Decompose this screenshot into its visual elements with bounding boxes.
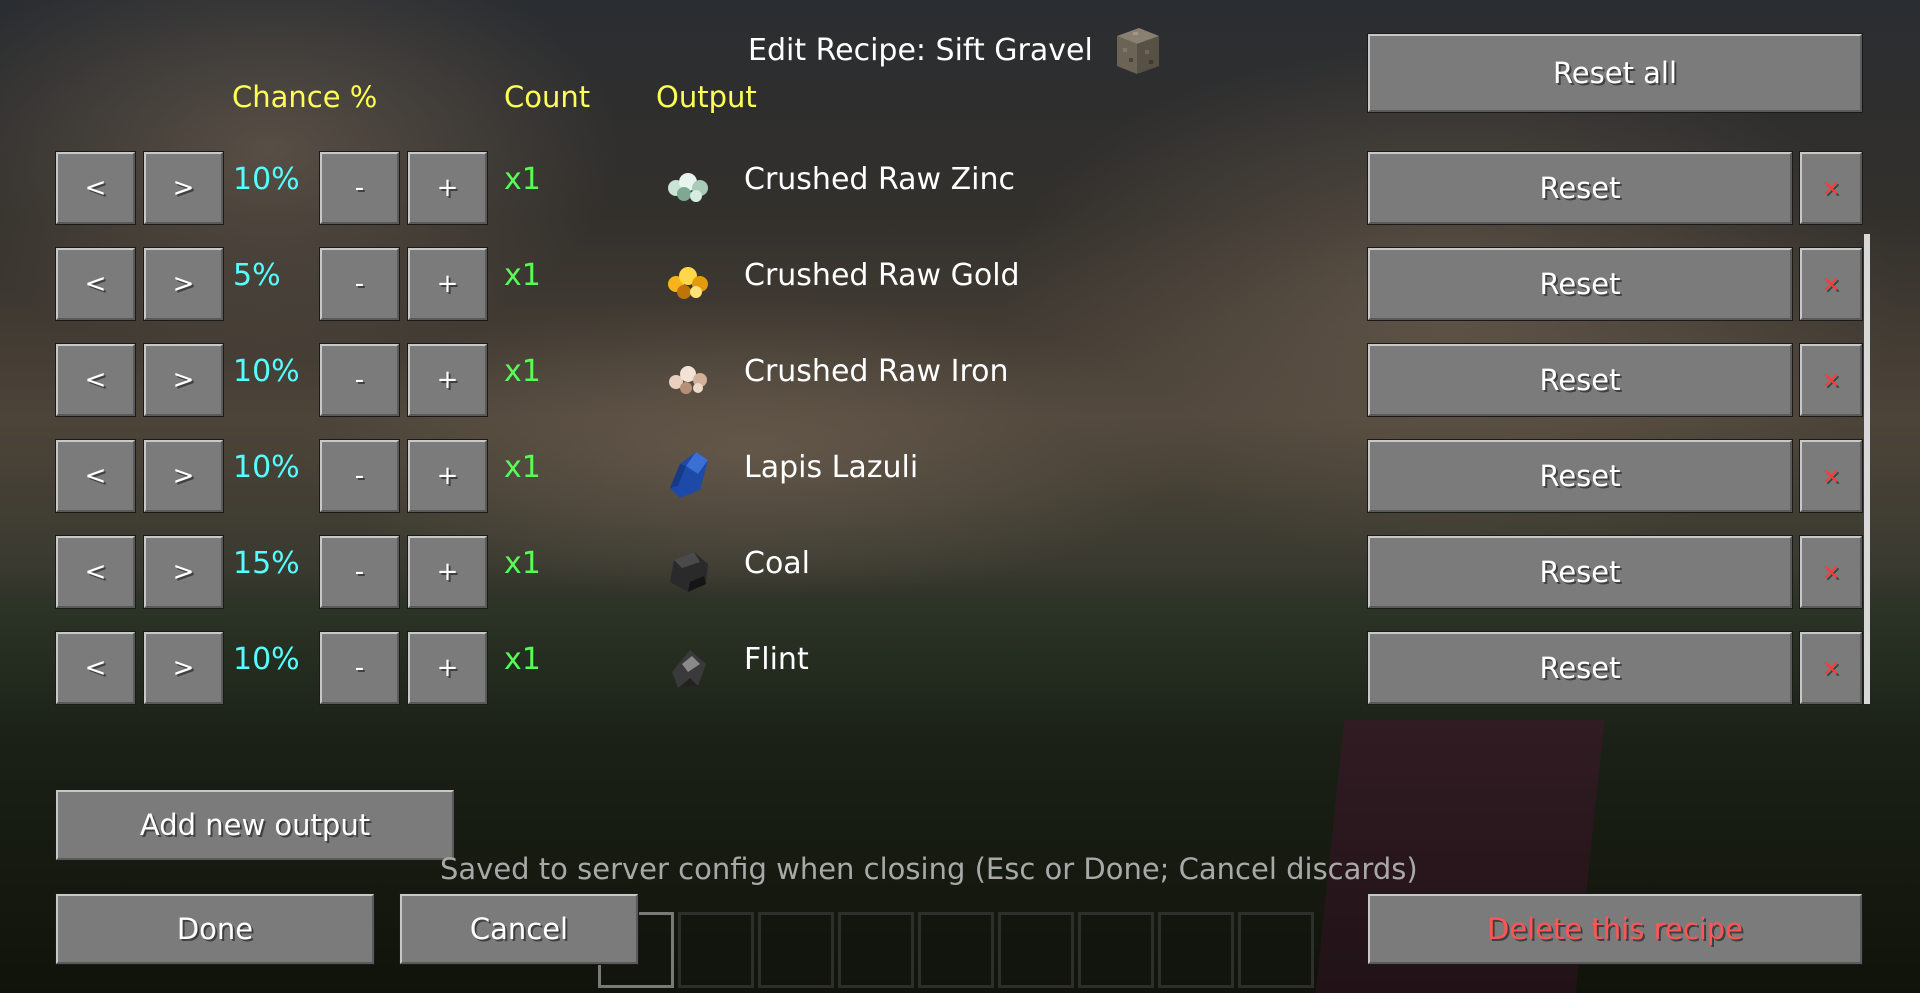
hotbar-slot [838,912,914,988]
hotbar-slot [1238,912,1314,988]
next-output-button[interactable]: > [143,151,224,225]
output-item-name: Crushed Raw Zinc [744,162,1016,197]
output-item-name: Crushed Raw Gold [744,258,1020,293]
list-scrollbar[interactable] [1864,234,1870,704]
count-value: x1 [504,354,541,389]
output-item-name: Flint [744,642,809,677]
flint-icon [660,638,716,694]
reset-row-button[interactable]: Reset [1367,631,1793,705]
decrease-chance-button[interactable]: - [319,631,400,705]
previous-output-button[interactable]: < [55,439,136,513]
remove-output-button[interactable]: × [1799,343,1863,417]
chance-value: 15% [233,546,300,581]
previous-output-button[interactable]: < [55,247,136,321]
increase-chance-button[interactable]: + [407,535,488,609]
coal-icon [660,542,716,598]
count-value: x1 [504,162,541,197]
previous-output-button[interactable]: < [55,151,136,225]
next-output-button[interactable]: > [143,439,224,513]
count-value: x1 [504,642,541,677]
next-output-button[interactable]: > [143,535,224,609]
decrease-chance-button[interactable]: - [319,535,400,609]
hotbar-slot [918,912,994,988]
increase-chance-button[interactable]: + [407,631,488,705]
hotbar [598,912,1318,988]
increase-chance-button[interactable]: + [407,343,488,417]
chance-value: 10% [233,354,300,389]
chance-value: 5% [233,258,281,293]
next-output-button[interactable]: > [143,631,224,705]
hotbar-slot [998,912,1074,988]
chance-value: 10% [233,450,300,485]
remove-output-button[interactable]: × [1799,631,1863,705]
hotbar-slot [678,912,754,988]
chance-header: Chance % [232,80,378,114]
output-item-name: Lapis Lazuli [744,450,919,485]
save-note: Saved to server config when closing (Esc… [440,852,1418,886]
reset-row-button[interactable]: Reset [1367,247,1793,321]
count-value: x1 [504,450,541,485]
previous-output-button[interactable]: < [55,631,136,705]
hotbar-slot [1078,912,1154,988]
output-header: Output [656,80,757,114]
page-title: Edit Recipe: Sift Gravel [748,22,1165,78]
remove-output-button[interactable]: × [1799,535,1863,609]
lapis-lazuli-icon [660,446,716,502]
chance-value: 10% [233,642,300,677]
add-output-button[interactable]: Add new output [55,789,455,861]
done-button[interactable]: Done [55,893,375,965]
remove-output-button[interactable]: × [1799,151,1863,225]
remove-output-button[interactable]: × [1799,439,1863,513]
reset-row-button[interactable]: Reset [1367,343,1793,417]
page-title-text: Edit Recipe: Sift Gravel [748,32,1093,68]
count-value: x1 [504,258,541,293]
reset-row-button[interactable]: Reset [1367,439,1793,513]
next-output-button[interactable]: > [143,247,224,321]
output-item-name: Coal [744,546,811,581]
count-header: Count [504,80,591,114]
cancel-button[interactable]: Cancel [399,893,639,965]
remove-output-button[interactable]: × [1799,247,1863,321]
hotbar-slot [1158,912,1234,988]
crushed-raw-zinc-icon [660,158,716,214]
crushed-raw-iron-icon [660,350,716,406]
decrease-chance-button[interactable]: - [319,343,400,417]
increase-chance-button[interactable]: + [407,247,488,321]
reset-row-button[interactable]: Reset [1367,535,1793,609]
next-output-button[interactable]: > [143,343,224,417]
gravel-block-icon [1109,22,1165,78]
delete-recipe-button[interactable]: Delete this recipe [1367,893,1863,965]
decrease-chance-button[interactable]: - [319,439,400,513]
decrease-chance-button[interactable]: - [319,151,400,225]
output-item-name: Crushed Raw Iron [744,354,1009,389]
chance-value: 10% [233,162,300,197]
hotbar-slot [758,912,834,988]
increase-chance-button[interactable]: + [407,151,488,225]
reset-row-button[interactable]: Reset [1367,151,1793,225]
increase-chance-button[interactable]: + [407,439,488,513]
previous-output-button[interactable]: < [55,535,136,609]
previous-output-button[interactable]: < [55,343,136,417]
reset-all-button[interactable]: Reset all [1367,33,1863,113]
decrease-chance-button[interactable]: - [319,247,400,321]
crushed-raw-gold-icon [660,254,716,310]
count-value: x1 [504,546,541,581]
